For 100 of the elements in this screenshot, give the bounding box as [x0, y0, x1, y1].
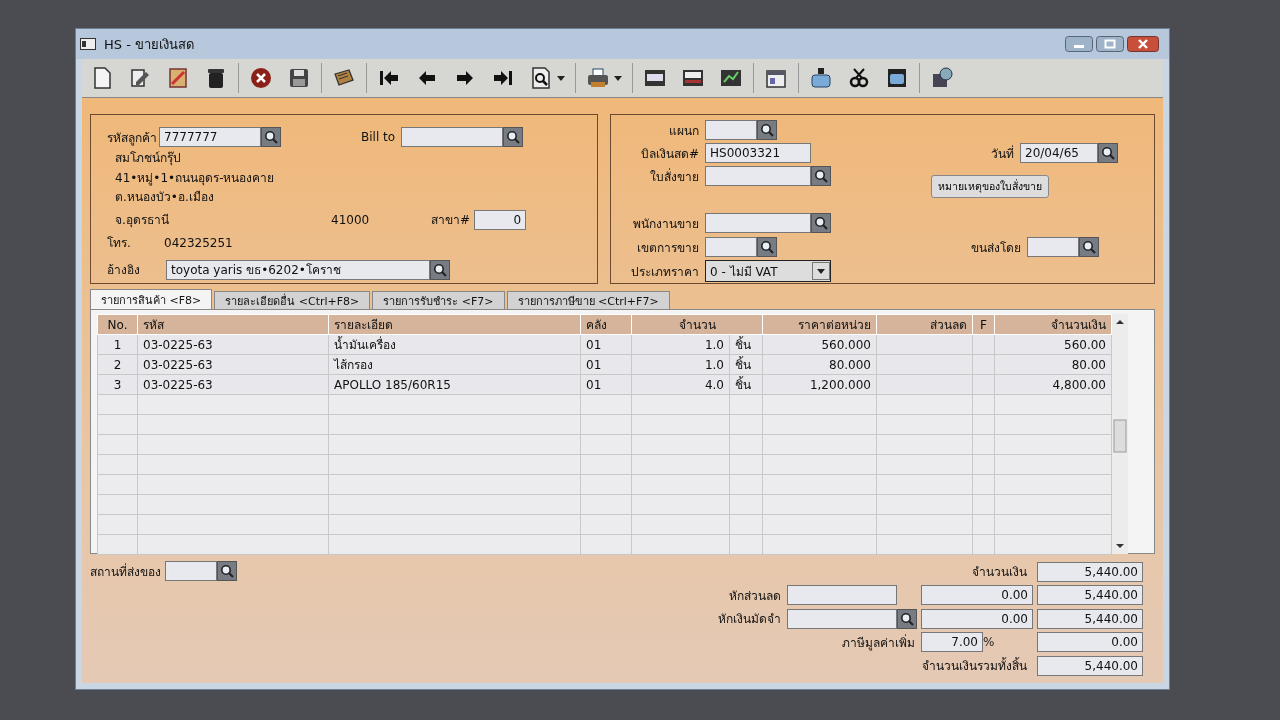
deposit-field[interactable] [787, 608, 897, 629]
field-label: ภาษีมูลค่าเพิ่ม [842, 633, 915, 652]
column-header: จำนวน [631, 314, 763, 335]
search-icon [814, 216, 828, 230]
vat-rate-field[interactable]: 7.00 [921, 632, 983, 653]
field-label: แผนก [668, 122, 699, 140]
search-icon [760, 123, 774, 137]
branch-field[interactable]: 0 [474, 209, 527, 230]
input-field[interactable] [705, 237, 757, 257]
search-icon [814, 169, 828, 183]
lookup-button[interactable] [897, 608, 917, 629]
delivery-place-field[interactable] [165, 561, 217, 581]
cancel-icon[interactable] [249, 66, 273, 90]
input-field[interactable] [705, 120, 757, 140]
search-icon [1101, 146, 1115, 160]
amount-field[interactable]: 5,440.00 [1037, 561, 1143, 582]
percent-sign: % [983, 635, 995, 650]
maximize-icon[interactable] [1096, 36, 1124, 52]
field-label: พนักงานขาย [632, 215, 699, 233]
tab[interactable]: รายการภาษีขาย <Ctrl+F7> [506, 291, 670, 309]
field-label: จำนวนเงินรวมทั้งสิ้น [922, 656, 1027, 676]
tab[interactable]: รายการรับชำระ <F7> [372, 291, 505, 309]
input-field[interactable]: HS0003321 [705, 143, 811, 163]
field-label: วันที่ [991, 144, 1014, 163]
bill-to-field[interactable] [401, 127, 504, 147]
field-label: อ้างอิง [107, 262, 141, 279]
amount-field[interactable]: 5,440.00 [1037, 585, 1143, 606]
minimize-icon[interactable] [1065, 36, 1093, 52]
column-header: ส่วนลด [876, 314, 973, 335]
scissors-icon[interactable] [847, 66, 871, 90]
discount-field[interactable] [787, 585, 897, 606]
save-icon[interactable] [287, 66, 311, 90]
address-line: 41•หมู่•1•ถนนอุดร-หนองคาย [114, 169, 276, 188]
lookup-button[interactable] [811, 213, 831, 233]
lookup-button[interactable] [1098, 143, 1118, 163]
sales-order-notes-button[interactable]: หมายเหตุของใบสั่งขาย [931, 175, 1049, 198]
table-cell: 2 [97, 354, 138, 375]
price-type-dropdown[interactable]: 0 - ไม่มี VAT [705, 260, 831, 282]
search-icon [1082, 240, 1096, 254]
tab[interactable]: รายการสินค้า <F8> [90, 289, 213, 309]
column-header: ราคาต่อหน่วย [762, 314, 877, 335]
field-label: รหัสลูกค้า [107, 129, 157, 147]
edit-icon[interactable] [128, 66, 152, 90]
amount-field[interactable]: 0.00 [921, 585, 1033, 606]
lookup-button[interactable] [503, 127, 524, 147]
input-field[interactable] [705, 166, 811, 186]
column-header: No. [97, 314, 138, 335]
lookup-button[interactable] [757, 237, 777, 257]
address-line: ต.หนองบัว•อ.เมือง [114, 189, 215, 206]
field-label: หักเงินมัดจำ [718, 611, 781, 629]
input-field[interactable] [1027, 237, 1079, 257]
lookup-button[interactable] [811, 166, 831, 186]
lookup-button[interactable] [261, 127, 281, 147]
field-label: Bill to [361, 130, 396, 144]
caret-icon[interactable] [557, 75, 565, 81]
amount-field[interactable]: 0.00 [1037, 632, 1143, 653]
search-icon [760, 240, 774, 254]
scrollbar[interactable] [1112, 314, 1128, 554]
printer-icon[interactable] [586, 66, 610, 90]
column-header: จำนวนเงิน [994, 314, 1112, 335]
field-label: ขนส่งโดย [971, 239, 1021, 257]
phone-number: 042325251 [164, 235, 233, 250]
postcode-text: 41000 [331, 212, 371, 227]
window-title: HS - ขายเงินสด [104, 35, 194, 54]
lookup-button[interactable] [430, 259, 450, 280]
table-cell: 1 [97, 334, 138, 355]
customer-code-field[interactable]: 7777777 [159, 127, 261, 147]
customer-name: สมโภชน์กรุ๊ป [114, 150, 182, 168]
lookup-button[interactable] [217, 561, 237, 581]
column-header: คลัง [580, 314, 632, 335]
search-icon [264, 130, 278, 144]
search-icon [506, 130, 521, 144]
amount-field[interactable]: 5,440.00 [1037, 655, 1143, 676]
province-text: จ.อุดรธานี [114, 212, 170, 229]
search-icon [433, 262, 447, 277]
input-field[interactable] [705, 213, 811, 233]
column-header: รหัส [137, 314, 329, 335]
column-header: F [972, 314, 995, 335]
app-icon[interactable] [80, 38, 96, 50]
amount-field[interactable]: 0.00 [921, 608, 1033, 629]
caret-icon[interactable] [614, 75, 622, 81]
amount-field[interactable]: 5,440.00 [1037, 608, 1143, 629]
lookup-button[interactable] [757, 120, 777, 140]
input-field[interactable]: 20/04/65 [1020, 143, 1098, 163]
field-label: บิลเงินสด# [639, 145, 699, 163]
close-icon[interactable] [1127, 36, 1159, 52]
table-cell: 3 [97, 374, 138, 395]
reference-field[interactable]: toyota yaris ขธ•6202•โคราช [166, 259, 430, 280]
find-document-icon[interactable] [529, 66, 553, 90]
field-label: หักส่วนลด [729, 587, 781, 605]
field-label: โทร. [107, 235, 132, 252]
field-label: เขตการขาย [636, 239, 699, 257]
field-label: ประเภทราคา [630, 263, 699, 281]
search-icon [900, 611, 914, 626]
lookup-button[interactable] [1079, 237, 1099, 257]
search-icon [220, 564, 234, 578]
column-header: รายละเอียด [328, 314, 581, 335]
field-label: สาขา# [431, 212, 471, 229]
field-label: จำนวนเงิน [972, 564, 1027, 582]
tab[interactable]: รายละเอียดอื่น <Ctrl+F8> [214, 291, 371, 309]
